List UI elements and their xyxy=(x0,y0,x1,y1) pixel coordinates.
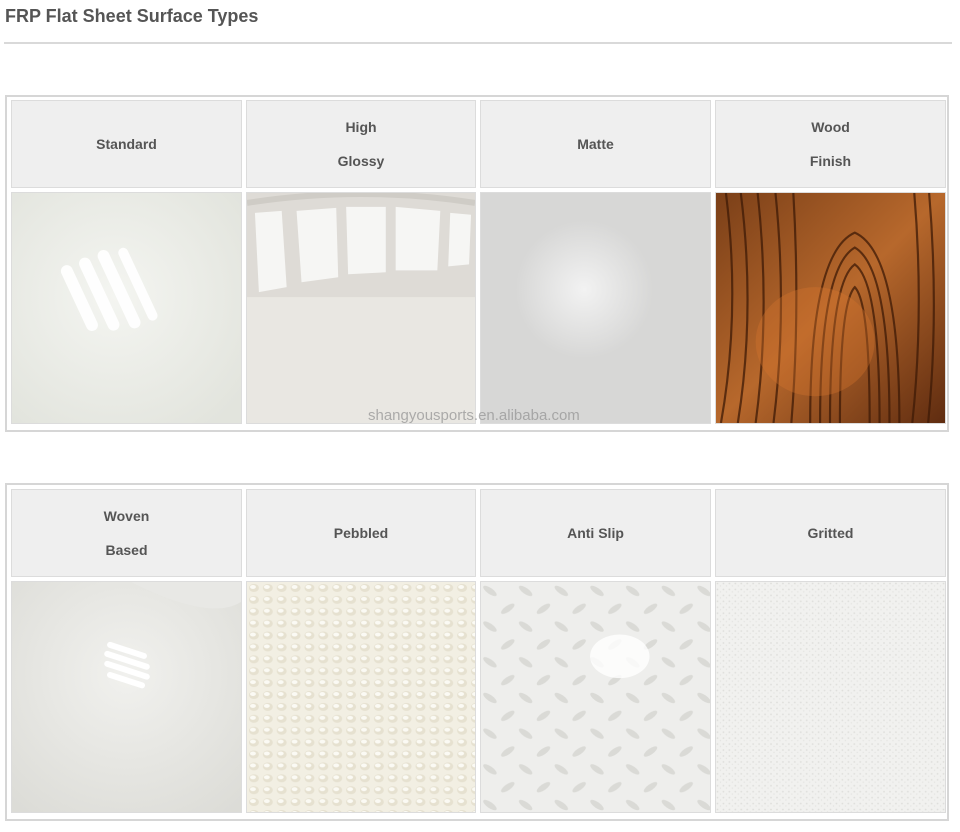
header-cell-matte: Matte xyxy=(480,100,711,188)
header-cell-woven-based: Woven Based xyxy=(11,489,242,577)
header-cell-high-glossy: High Glossy xyxy=(246,100,476,188)
anti-slip-sample-image xyxy=(480,581,711,813)
matte-surface-icon xyxy=(481,193,710,423)
header-label: Matte xyxy=(577,136,614,152)
header-cell-anti-slip: Anti Slip xyxy=(480,489,711,577)
surface-grid-2: Woven Based Pebbled Anti Slip Gritted xyxy=(5,483,949,821)
header-label: Standard xyxy=(96,136,157,152)
header-label: Based xyxy=(105,542,148,558)
header-label: Woven xyxy=(103,508,150,524)
header-cell-standard: Standard xyxy=(11,100,242,188)
header-label: Finish xyxy=(809,153,852,169)
matte-sample-image xyxy=(480,192,711,424)
woven-based-sample-image xyxy=(11,581,242,813)
header-label: Gritted xyxy=(807,525,854,541)
page-title: FRP Flat Sheet Surface Types xyxy=(5,6,259,26)
header-label: Wood xyxy=(811,119,850,135)
header-cell-wood-finish: Wood Finish xyxy=(715,100,946,188)
gritted-surface-icon xyxy=(716,582,945,812)
surface-grid-1: Standard High Glossy Matte Wood Finish xyxy=(5,95,949,432)
high-glossy-sample-image xyxy=(246,192,476,424)
high-glossy-reflection-icon xyxy=(247,193,475,423)
header-label: Anti Slip xyxy=(567,525,624,541)
standard-sample-image xyxy=(11,192,242,424)
wood-finish-sample-image xyxy=(715,192,946,424)
pebbled-surface-icon xyxy=(247,582,475,812)
title-divider xyxy=(4,42,952,44)
pebbled-sample-image xyxy=(246,581,476,813)
gritted-sample-image xyxy=(715,581,946,813)
header-cell-gritted: Gritted xyxy=(715,489,946,577)
wood-grain-icon xyxy=(716,193,945,423)
standard-gloss-icon xyxy=(12,193,241,423)
anti-slip-pattern-icon xyxy=(481,582,710,812)
header-cell-pebbled: Pebbled xyxy=(246,489,476,577)
woven-surface-icon xyxy=(12,582,241,812)
watermark-text: shangyousports.en.alibaba.com xyxy=(368,407,580,424)
header-label: Pebbled xyxy=(333,525,389,541)
header-label: High xyxy=(345,119,377,135)
header-label: Glossy xyxy=(337,153,385,169)
